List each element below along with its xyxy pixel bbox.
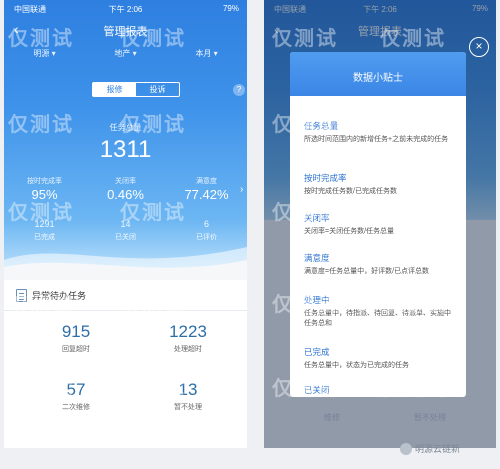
metric-captions-row: 已完成 已关闭 已评价 xyxy=(4,232,247,242)
abnormal-tasks-card: 异常待办任务 915 回复超时 1223 处理超时 57 二次维修 13 暂不处… xyxy=(4,280,247,448)
clock: 下午 2:06 xyxy=(108,5,143,14)
modal-header: 数据小贴士 xyxy=(290,52,466,96)
term-title: 已完成 xyxy=(304,347,330,357)
nav-bar: ‹ 管理报表 xyxy=(4,18,247,42)
stat-label: 回复超时 xyxy=(62,346,90,353)
stat-label: 暂不处理 xyxy=(174,404,202,411)
term-satisfaction: 满意度 满意度=任务总量中，好评数/已点评总数 xyxy=(304,252,456,277)
modal-title: 数据小贴士 xyxy=(353,73,403,84)
term-title: 按时完成率 xyxy=(304,173,347,183)
metric-label: 满意度 xyxy=(196,178,217,185)
stat-reply-timeout[interactable]: 915 回复超时 xyxy=(16,322,136,354)
term-close-rate: 关闭率 关闭率=关闭任务数/任务总量 xyxy=(304,212,456,237)
term-closed: 已关闭 xyxy=(304,384,456,396)
filter-bar: 明源 ▾ 地产 ▾ 本月 ▾ xyxy=(4,48,247,66)
stat-second-repair[interactable]: 57 二次维修 xyxy=(16,380,136,412)
metric-value: 0.46% xyxy=(107,187,144,202)
document-icon xyxy=(16,289,27,302)
total-tasks-label: 任务总量 xyxy=(109,123,142,132)
stat-label: 二次维修 xyxy=(62,404,90,411)
metric-value: 95% xyxy=(31,187,58,202)
metric-counts-row: 1291 14 6 xyxy=(4,219,247,229)
tab-repair[interactable]: 报修 xyxy=(93,83,136,96)
metric-label: 关闭率 xyxy=(115,178,136,185)
stat-value: 1223 xyxy=(169,322,207,341)
help-icon[interactable]: ? xyxy=(233,84,245,96)
status-bar: 中国联通 下午 2:06 79% xyxy=(4,0,247,18)
term-description: 所选时间范围内的新增任务+之前未完成的任务 xyxy=(304,136,449,143)
term-total-tasks: 任务总量 所选时间范围内的新增任务+之前未完成的任务 xyxy=(304,120,456,145)
metric-count: 14 xyxy=(120,219,131,229)
term-description: 关闭率=关闭任务数/任务总量 xyxy=(304,228,395,235)
metric-value: 77.42% xyxy=(184,187,229,202)
term-title: 已关闭 xyxy=(304,385,330,395)
filter-business[interactable]: 地产 ▾ xyxy=(85,48,166,66)
term-in-progress: 处理中 任务总量中，待指派、待回复、待派单、实施中任务总和 xyxy=(304,294,456,329)
screenshot-root: 中国联通 下午 2:06 79% ‹ 管理报表 明源 ▾ 地产 ▾ 本月 ▾ 报… xyxy=(0,0,500,469)
source-credit: 明源云链新 xyxy=(400,442,460,455)
stat-value: 915 xyxy=(61,322,91,341)
chevron-right-icon[interactable]: › xyxy=(240,184,243,195)
credit-text: 明源云链新 xyxy=(415,444,461,454)
metric-labels-row: 按时完成率 关闭率 满意度 xyxy=(4,176,247,186)
total-tasks-value: 1311 xyxy=(99,136,152,163)
wechat-icon xyxy=(400,442,412,455)
term-completed: 已完成 任务总量中，状态为已完成的任务 xyxy=(304,346,456,371)
term-title: 处理中 xyxy=(304,295,330,305)
close-icon[interactable]: × xyxy=(469,37,489,57)
type-segmented-control: 报修 投诉 xyxy=(92,82,180,97)
stat-label: 处理超时 xyxy=(174,346,202,353)
term-on-time-rate: 按时完成率 按时完成任务数/已完成任务数 xyxy=(304,172,456,197)
metric-count: 6 xyxy=(203,219,209,229)
metric-count: 1291 xyxy=(34,219,55,229)
stat-on-hold[interactable]: 13 暂不处理 xyxy=(128,380,247,412)
term-description: 满意度=任务总量中，好评数/已点评总数 xyxy=(304,268,430,275)
left-phone-screen: 中国联通 下午 2:06 79% ‹ 管理报表 明源 ▾ 地产 ▾ 本月 ▾ 报… xyxy=(4,0,247,448)
filter-project[interactable]: 明源 ▾ xyxy=(4,48,85,66)
tab-complaint[interactable]: 投诉 xyxy=(136,83,179,96)
card-header: 异常待办任务 xyxy=(16,289,86,302)
metric-caption: 已评价 xyxy=(196,234,217,241)
metric-values-row: 95% 0.46% 77.42% xyxy=(4,187,247,202)
page-title: 管理报表 xyxy=(103,26,148,38)
metric-caption: 已完成 xyxy=(34,234,55,241)
term-description: 任务总量中，状态为已完成的任务 xyxy=(304,362,409,369)
stat-value: 13 xyxy=(178,380,198,399)
stat-value: 57 xyxy=(66,380,86,399)
divider xyxy=(4,310,247,311)
term-description: 按时完成任务数/已完成任务数 xyxy=(304,188,397,195)
data-tips-modal: 数据小贴士 任务总量 所选时间范围内的新增任务+之前未完成的任务 按时完成率 按… xyxy=(290,52,466,397)
battery-level: 79% xyxy=(222,4,239,13)
card-title: 异常待办任务 xyxy=(32,291,87,301)
stat-process-timeout[interactable]: 1223 处理超时 xyxy=(128,322,247,354)
term-title: 任务总量 xyxy=(304,121,339,131)
term-title: 关闭率 xyxy=(304,213,330,223)
term-title: 满意度 xyxy=(304,253,330,263)
filter-period[interactable]: 本月 ▾ xyxy=(166,48,247,66)
metric-caption: 已关闭 xyxy=(115,234,136,241)
metric-label: 按时完成率 xyxy=(27,178,62,185)
term-description: 任务总量中，待指派、待回复、待派单、实施中任务总和 xyxy=(304,310,451,327)
